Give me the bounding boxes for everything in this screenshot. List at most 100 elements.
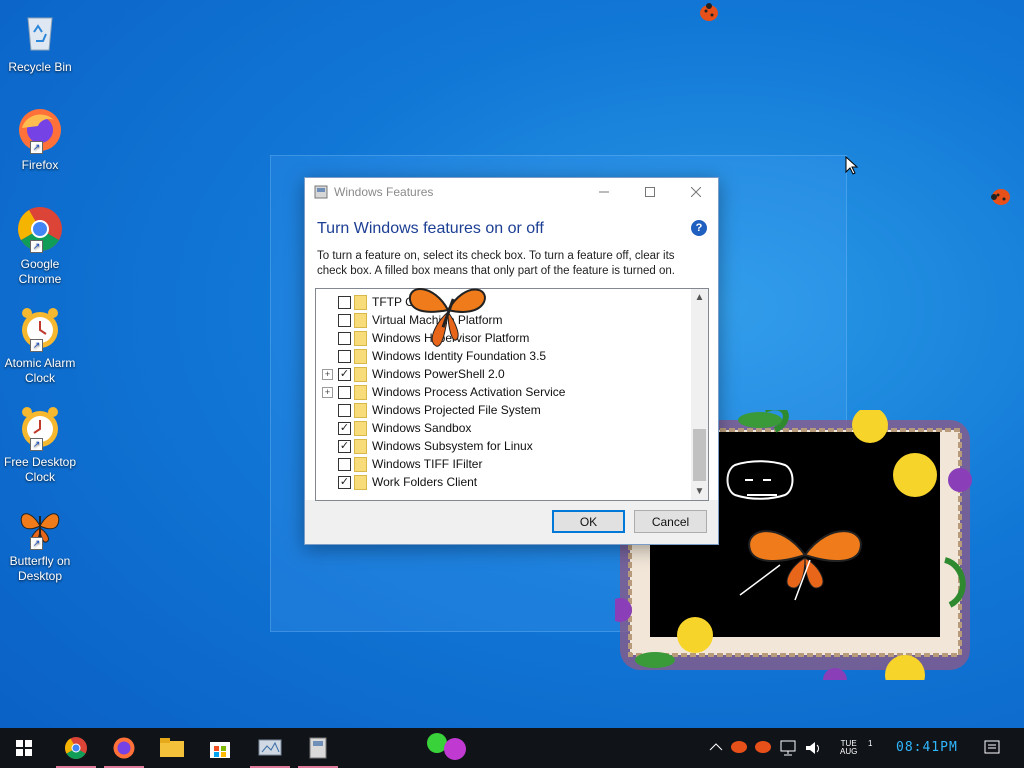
alarm-clock-icon: ↗	[16, 403, 64, 451]
butterfly-icon	[408, 288, 486, 347]
network-icon[interactable]	[780, 740, 798, 756]
scroll-thumb[interactable]	[693, 429, 706, 481]
folder-icon	[160, 738, 184, 757]
folder-icon	[354, 312, 367, 328]
shortcut-arrow-icon: ↗	[30, 339, 43, 352]
feature-label: Windows Projected File System	[372, 403, 541, 417]
feature-row[interactable]: Windows Projected File System	[316, 401, 689, 419]
feature-row[interactable]: + Windows Process Activation Service	[316, 383, 689, 401]
desktop-icon-label: Free Desktop Clock	[3, 455, 77, 484]
shortcut-arrow-icon: ↗	[30, 438, 43, 451]
feature-checkbox[interactable]	[338, 403, 351, 417]
feature-label: Windows TIFF IFilter	[372, 457, 483, 471]
feature-row[interactable]: ✓ Work Folders Client	[316, 473, 689, 491]
feature-row[interactable]: ✓ Windows Subsystem for Linux	[316, 437, 689, 455]
folder-icon	[354, 330, 367, 346]
decorative-bubbles-icon	[427, 733, 466, 760]
close-icon	[690, 187, 701, 197]
shortcut-arrow-icon: ↗	[30, 240, 43, 253]
ladybug-icon	[991, 189, 1010, 205]
taskbar-firefox[interactable]	[100, 728, 148, 768]
clock[interactable]: 08:41PM	[896, 740, 958, 755]
chrome-icon	[65, 737, 87, 759]
feature-label: Windows Subsystem for Linux	[372, 439, 533, 453]
ladybug-icon	[700, 3, 718, 21]
dialog-heading: Turn Windows features on or off	[317, 220, 544, 237]
cancel-button[interactable]: Cancel	[634, 510, 707, 533]
window-title: Windows Features	[334, 185, 434, 199]
expand-icon[interactable]: +	[322, 368, 333, 380]
butterfly-icon: ↗	[16, 502, 64, 550]
start-button[interactable]	[0, 728, 48, 768]
month: AUG	[840, 747, 858, 756]
feature-row[interactable]: + ✓ Windows PowerShell 2.0	[316, 365, 689, 383]
close-button[interactable]	[673, 178, 718, 206]
feature-row[interactable]: TFTP Client	[316, 293, 689, 311]
desktop-icon-chrome[interactable]: ↗ Google Chrome	[0, 205, 80, 287]
help-icon[interactable]: ?	[691, 220, 707, 236]
desktop-icon-butterfly-on-desktop[interactable]: ↗ Butterfly on Desktop	[0, 502, 80, 584]
desktop-icon-recycle-bin[interactable]: Recycle Bin	[0, 8, 80, 75]
taskbar-store[interactable]	[196, 728, 244, 768]
store-icon	[210, 742, 230, 758]
folder-icon	[354, 402, 367, 418]
folder-icon	[354, 366, 367, 382]
desktop-icon-free-desktop-clock[interactable]: ↗ Free Desktop Clock	[0, 403, 80, 485]
notification-icon	[984, 740, 1000, 754]
minimize-button[interactable]	[581, 178, 626, 206]
date-display[interactable]: TUE AUG	[840, 740, 857, 756]
feature-checkbox[interactable]	[338, 385, 351, 399]
feature-label: Windows PowerShell 2.0	[372, 367, 505, 381]
feature-row[interactable]: Windows TIFF IFilter	[316, 455, 689, 473]
desktop-icon-firefox[interactable]: ↗ Firefox	[0, 106, 80, 173]
feature-checkbox[interactable]	[338, 295, 351, 309]
folder-icon	[354, 438, 367, 454]
feature-checkbox[interactable]: ✓	[338, 421, 351, 435]
taskbar-file-explorer[interactable]	[148, 728, 196, 768]
taskbar-control-panel[interactable]	[246, 728, 294, 768]
feature-row[interactable]: Windows Hypervisor Platform	[316, 329, 689, 347]
feature-checkbox[interactable]	[338, 313, 351, 327]
expand-icon[interactable]: +	[322, 386, 333, 398]
feature-checkbox[interactable]	[338, 331, 351, 345]
minimize-icon	[598, 191, 609, 193]
feature-checkbox[interactable]: ✓	[338, 367, 351, 381]
feature-checkbox[interactable]: ✓	[338, 439, 351, 453]
desktop-icon-label: Butterfly on Desktop	[9, 554, 71, 583]
features-tree[interactable]: TFTP Client Virtual Machine Platform Windo…	[315, 288, 709, 501]
vertical-scrollbar[interactable]: ▲ ▼	[691, 289, 708, 500]
ok-button[interactable]: OK	[552, 510, 625, 533]
feature-label: Windows Identity Foundation 3.5	[372, 349, 547, 363]
feature-label: Windows Process Activation Service	[372, 385, 566, 399]
desktop-icon-label: Google Chrome	[18, 257, 62, 286]
shortcut-arrow-icon: ↗	[30, 141, 43, 154]
alarm-clock-icon: ↗	[16, 304, 64, 352]
feature-checkbox[interactable]	[338, 349, 351, 363]
volume-icon[interactable]	[804, 740, 822, 756]
feature-row[interactable]: ✓ Windows Sandbox	[316, 419, 689, 437]
scroll-down-arrow-icon[interactable]: ▼	[691, 483, 708, 500]
scroll-up-arrow-icon[interactable]: ▲	[691, 289, 708, 306]
firefox-icon	[113, 737, 135, 759]
ladybug-icon[interactable]	[730, 740, 748, 754]
taskbar: TUE AUG 1 08:41PM	[0, 728, 1024, 768]
feature-label: Work Folders Client	[372, 475, 478, 489]
maximize-icon	[644, 187, 655, 197]
feature-checkbox[interactable]	[338, 457, 351, 471]
action-center-button[interactable]	[974, 728, 1010, 768]
feature-row[interactable]: Virtual Machine Platform	[316, 311, 689, 329]
taskbar-chrome[interactable]	[52, 728, 100, 768]
feature-row[interactable]: Windows Identity Foundation 3.5	[316, 347, 689, 365]
chevron-up-icon[interactable]	[708, 740, 724, 754]
feature-label: Windows Sandbox	[372, 421, 472, 435]
ladybug-icon[interactable]	[754, 740, 772, 754]
feature-checkbox[interactable]: ✓	[338, 475, 351, 489]
title-bar[interactable]: Windows Features	[305, 178, 718, 206]
windows-logo-icon	[16, 740, 32, 756]
taskbar-windows-features[interactable]	[294, 728, 342, 768]
desktop-icon-label: Recycle Bin	[8, 60, 72, 74]
desktop-icon-atomic-alarm-clock[interactable]: ↗ Atomic Alarm Clock	[0, 304, 80, 386]
shortcut-arrow-icon: ↗	[30, 537, 43, 550]
maximize-button[interactable]	[627, 178, 672, 206]
date-number: 1	[868, 739, 873, 748]
